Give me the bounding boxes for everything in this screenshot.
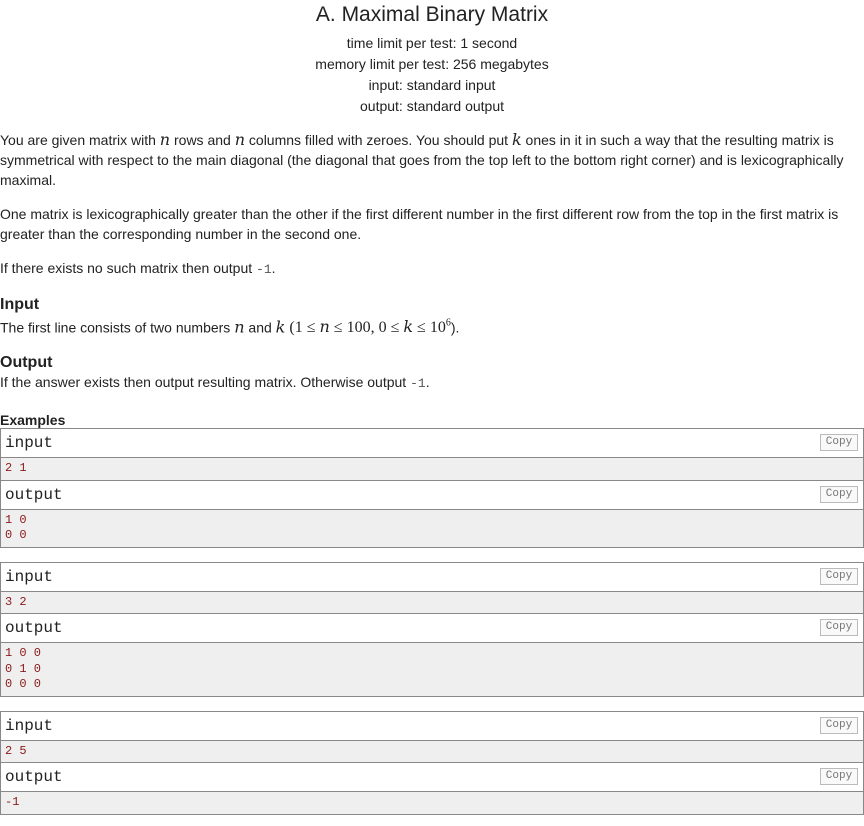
sample-test: input Copy 2 1 output Copy 1 0 0 0 <box>0 428 864 548</box>
input-section-text: The first line consists of two numbers n… <box>0 314 864 338</box>
math-var-k: k <box>511 130 522 149</box>
sample-input-label: input <box>5 716 54 735</box>
statement-text: . <box>271 260 276 276</box>
sample-output-label: output <box>5 485 63 504</box>
statement-text: You are given matrix with <box>0 132 160 148</box>
problem-statement: You are given matrix with n rows and n c… <box>0 130 864 280</box>
examples-title: Examples <box>0 412 66 429</box>
statement-paragraph-1: You are given matrix with n rows and n c… <box>0 130 864 190</box>
copy-sample-input-button[interactable]: Copy <box>820 716 858 734</box>
input-text: ). <box>450 319 460 336</box>
math-var-n: n <box>319 317 330 337</box>
output-file: output: standard output <box>360 98 504 114</box>
sample-input-label: input <box>5 434 54 453</box>
copy-sample-output-button[interactable]: Copy <box>820 768 858 786</box>
statement-paragraph-2: One matrix is lexicographically greater … <box>0 206 839 242</box>
sample-test: input Copy 3 2 output Copy 1 0 0 0 1 0 0 0 0 <box>0 561 864 697</box>
examples-section: Examples input Copy 2 1 output Copy 1 0 0 0 in… <box>0 412 864 815</box>
problem-title: A. Maximal Binary Matrix <box>315 3 549 26</box>
math-var-n: n <box>234 317 245 337</box>
inline-code: -1 <box>410 376 426 392</box>
math-var-n: n <box>234 130 246 149</box>
input-file: input: standard input <box>368 77 496 93</box>
sample-output-header: output Copy <box>1 762 863 792</box>
sample-output-label: output <box>5 768 63 787</box>
output-text: If the answer exists then output resulti… <box>0 374 411 391</box>
statement-text: columns filled with zeroes. You should p… <box>245 132 512 148</box>
sample-output-header: output Copy <box>1 613 863 643</box>
copy-sample-output-button[interactable]: Copy <box>820 619 858 637</box>
constraint-text: ≤ 100, 0 ≤ <box>329 319 404 337</box>
output-section-title: Output <box>0 354 53 372</box>
output-specification: Output If the answer exists then output … <box>0 354 864 394</box>
copy-sample-output-button[interactable]: Copy <box>820 485 858 503</box>
sample-output-content: 1 0 0 0 1 0 0 0 0 <box>1 642 863 696</box>
copy-sample-input-button[interactable]: Copy <box>820 434 858 452</box>
statement-text: If there exists no such matrix then outp… <box>0 260 257 276</box>
sample-output-content: -1 <box>1 791 863 814</box>
problem-header: A. Maximal Binary Matrix time limit per … <box>0 3 864 117</box>
sample-output-label: output <box>5 619 63 638</box>
input-specification: Input The first line consists of two num… <box>0 296 864 338</box>
constraint-text: ≤ 10 <box>413 319 446 337</box>
output-text: . <box>425 374 430 391</box>
math-var-k: k <box>275 317 286 337</box>
sample-test: input Copy 2 5 output Copy -1 <box>0 710 864 815</box>
constraint-text: (1 ≤ <box>285 319 320 337</box>
examples-list: input Copy 2 1 output Copy 1 0 0 0 input Copy 3 … <box>0 428 864 815</box>
sample-input-header: input Copy <box>1 711 863 740</box>
sample-input-label: input <box>5 567 54 586</box>
input-constraint: (1 ≤ n ≤ 100, 0 ≤ k ≤ 106 <box>285 317 450 337</box>
statement-paragraph-3: If there exists no such matrix then outp… <box>0 258 864 280</box>
sample-input-content: 2 1 <box>1 457 863 480</box>
sample-output-content: 1 0 0 0 <box>1 508 863 547</box>
memory-limit: memory limit per test: 256 megabytes <box>315 56 549 72</box>
inline-code: -1 <box>256 262 272 277</box>
input-text: The first line consists of two numbers <box>0 319 235 336</box>
sample-input-header: input Copy <box>1 562 863 591</box>
input-section-title: Input <box>0 296 40 313</box>
sample-output-header: output Copy <box>1 479 863 509</box>
sample-input-header: input Copy <box>1 429 863 458</box>
time-limit: time limit per test: 1 second <box>346 35 518 51</box>
sample-input-content: 3 2 <box>1 590 863 614</box>
output-section-text: If the answer exists then output resulti… <box>0 372 864 394</box>
sample-input-content: 2 5 <box>1 739 863 763</box>
statement-text: rows and <box>170 132 235 148</box>
math-var-n: n <box>159 130 171 149</box>
math-var-k: k <box>403 317 414 337</box>
input-text: and <box>244 319 276 336</box>
copy-sample-input-button[interactable]: Copy <box>820 567 858 585</box>
